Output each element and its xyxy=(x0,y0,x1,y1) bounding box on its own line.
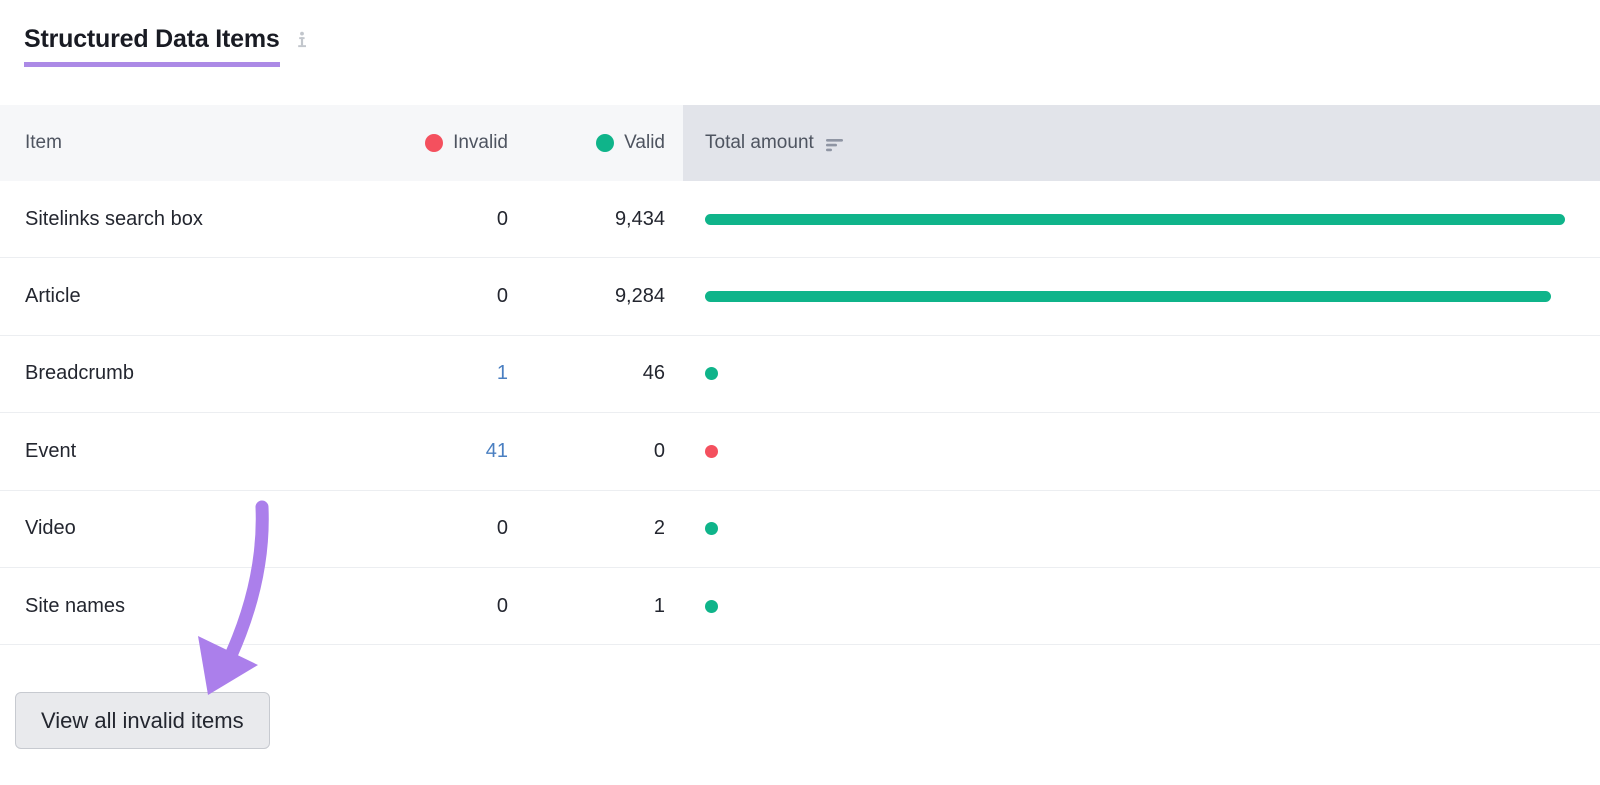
total-amount-bar xyxy=(705,213,1565,225)
valid-count-value: 9,284 xyxy=(614,285,665,308)
cell-invalid-count: 0 xyxy=(420,517,508,540)
column-header-total-amount-label: Total amount xyxy=(705,132,814,153)
cell-invalid-count[interactable]: 41 xyxy=(420,440,508,463)
cell-item-name: Article xyxy=(25,285,81,308)
cell-valid-count: 0 xyxy=(508,440,683,463)
cell-valid-count: 9,284 xyxy=(508,285,683,308)
invalid-count-value: 0 xyxy=(496,207,508,230)
table-row: Article 0 9,284 xyxy=(0,258,1600,336)
valid-count-value: 9,434 xyxy=(614,207,665,230)
total-amount-bar xyxy=(705,291,1552,303)
column-header-item: Item xyxy=(0,132,420,154)
invalid-count-value: 0 xyxy=(496,594,508,617)
column-header-invalid: Invalid xyxy=(420,132,508,154)
invalid-count-value: 0 xyxy=(496,285,508,308)
invalid-legend-dot-icon xyxy=(425,134,444,152)
cell-total-amount-bar xyxy=(683,336,1600,412)
table-row: Breadcrumb 1 46 xyxy=(0,335,1600,414)
page-title: Structured Data Items xyxy=(24,24,280,67)
total-amount-dot xyxy=(705,599,718,613)
info-icon[interactable] xyxy=(294,31,310,49)
cell-valid-count: 1 xyxy=(508,595,683,618)
cell-item-name: Breadcrumb xyxy=(25,362,134,385)
cell-invalid-count: 0 xyxy=(420,285,508,308)
view-all-invalid-items-button[interactable]: View all invalid items xyxy=(15,692,270,749)
table-row: Event 41 0 xyxy=(0,413,1600,491)
valid-count-value: 2 xyxy=(653,517,665,540)
structured-data-table: Item Invalid Valid Total amount Sitelink… xyxy=(0,105,1600,646)
total-amount-dot xyxy=(705,522,718,536)
invalid-count-value: 0 xyxy=(496,517,508,540)
column-header-invalid-label: Invalid xyxy=(453,132,508,153)
total-amount-dot xyxy=(705,367,718,381)
cell-total-amount-bar xyxy=(683,568,1600,644)
valid-count-value: 0 xyxy=(653,439,665,462)
column-header-total-amount[interactable]: Total amount xyxy=(683,105,1600,181)
cell-invalid-count: 0 xyxy=(420,208,508,231)
cell-item-name: Event xyxy=(25,439,77,462)
cell-valid-count: 9,434 xyxy=(508,208,683,231)
cell-total-amount-bar xyxy=(683,258,1600,334)
cell-item-name: Site names xyxy=(25,594,126,617)
valid-count-value: 1 xyxy=(653,594,665,617)
invalid-count-link[interactable]: 1 xyxy=(497,362,508,384)
table-row: Sitelinks search box 0 9,434 xyxy=(0,181,1600,259)
column-header-valid: Valid xyxy=(508,132,683,154)
cell-total-amount-bar xyxy=(683,413,1600,489)
cell-invalid-count[interactable]: 1 xyxy=(420,362,508,385)
valid-legend-dot-icon xyxy=(596,134,615,152)
invalid-count-link[interactable]: 41 xyxy=(486,440,508,462)
table-row: Site names 0 1 xyxy=(0,567,1600,646)
cell-item-name: Sitelinks search box xyxy=(25,207,203,230)
cell-total-amount-bar xyxy=(683,491,1600,567)
cell-invalid-count: 0 xyxy=(420,595,508,618)
cell-valid-count: 46 xyxy=(508,362,683,385)
cell-valid-count: 2 xyxy=(508,517,683,540)
table-body: Sitelinks search box 0 9,434 Article 0 9,284 B… xyxy=(0,181,1600,646)
cell-item-name: Video xyxy=(25,517,76,540)
column-header-item-label: Item xyxy=(25,132,62,153)
table-header-row: Item Invalid Valid Total amount xyxy=(0,105,1600,181)
page-header: Structured Data Items xyxy=(24,24,310,67)
valid-count-value: 46 xyxy=(642,362,665,385)
table-row: Video 0 2 xyxy=(0,490,1600,568)
column-header-valid-label: Valid xyxy=(624,132,665,153)
total-amount-dot xyxy=(705,444,718,458)
cell-total-amount-bar xyxy=(683,181,1600,257)
sort-descending-icon[interactable] xyxy=(825,136,844,152)
